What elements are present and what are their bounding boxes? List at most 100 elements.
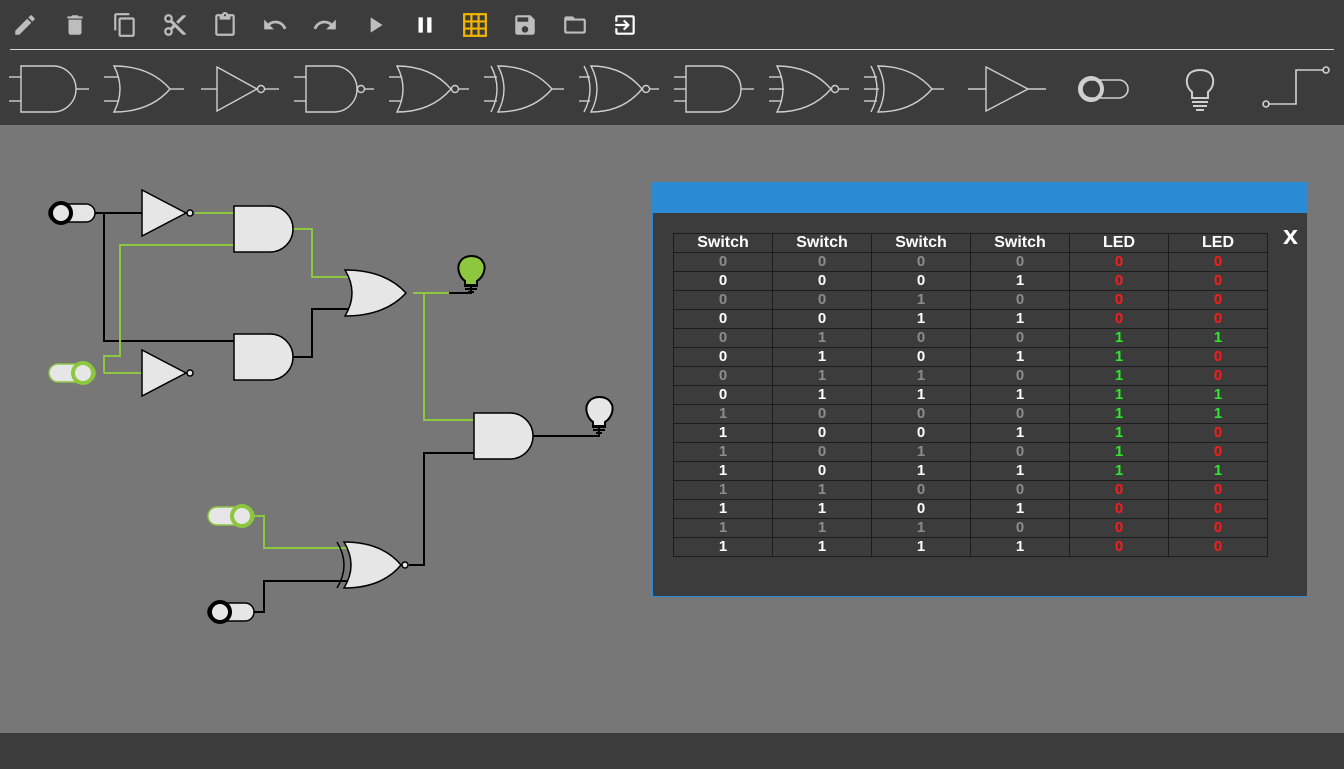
- table-cell: 0: [970, 480, 1070, 500]
- table-row: 111000: [673, 518, 1268, 538]
- table-row: 100011: [673, 404, 1268, 424]
- table-cell: 0: [1168, 309, 1268, 329]
- table-cell: 0: [970, 290, 1070, 310]
- table-cell: 0: [1168, 518, 1268, 538]
- xnor-gate[interactable]: [336, 541, 409, 589]
- table-cell: 0: [1168, 290, 1268, 310]
- table-cell: 1: [871, 309, 971, 329]
- table-cell: 0: [772, 404, 872, 424]
- paste-icon[interactable]: [208, 8, 242, 42]
- table-cell: 1: [970, 347, 1070, 367]
- redo-icon[interactable]: [308, 8, 342, 42]
- table-cell: 1: [871, 366, 971, 386]
- and3-gate-icon[interactable]: [670, 58, 760, 120]
- table-cell: 0: [970, 252, 1070, 272]
- table-cell: 0: [1069, 252, 1169, 272]
- table-cell: 1: [871, 385, 971, 405]
- not-gate-2[interactable]: [141, 348, 194, 398]
- column-header: Switch: [871, 233, 971, 253]
- copy-icon[interactable]: [108, 8, 142, 42]
- table-cell: 1: [970, 461, 1070, 481]
- table-cell: 1: [970, 499, 1070, 519]
- xnor3-gate-icon[interactable]: [860, 58, 950, 120]
- table-cell: 1: [970, 271, 1070, 291]
- column-header: LED: [1069, 233, 1169, 253]
- table-row: 011111: [673, 385, 1268, 405]
- dialog-titlebar[interactable]: [653, 183, 1307, 213]
- and-gate-2[interactable]: [233, 333, 294, 381]
- table-cell: 1: [772, 480, 872, 500]
- table-row: 000000: [673, 252, 1268, 272]
- table-cell: 0: [772, 271, 872, 291]
- and-gate-icon[interactable]: [5, 58, 95, 120]
- switch-4[interactable]: [207, 600, 255, 624]
- nand-gate-icon[interactable]: [290, 58, 380, 120]
- table-cell: 0: [970, 518, 1070, 538]
- buffer-gate-icon[interactable]: [960, 58, 1050, 120]
- or-gate[interactable]: [343, 269, 408, 317]
- table-cell: 1: [1069, 347, 1169, 367]
- table-cell: 0: [673, 309, 773, 329]
- table-cell: 1: [1168, 328, 1268, 348]
- switch-1[interactable]: [48, 201, 96, 225]
- table-row: 001000: [673, 290, 1268, 310]
- switch-icon[interactable]: [1060, 58, 1150, 120]
- table-cell: 0: [772, 252, 872, 272]
- led-2: [585, 396, 614, 434]
- nor-gate-icon[interactable]: [385, 58, 475, 120]
- table-cell: 0: [970, 366, 1070, 386]
- table-cell: 0: [871, 328, 971, 348]
- table-cell: 0: [772, 423, 872, 443]
- table-cell: 1: [772, 347, 872, 367]
- play-icon[interactable]: [358, 8, 392, 42]
- table-cell: 1: [772, 328, 872, 348]
- table-cell: 0: [970, 328, 1070, 348]
- status-bar: [0, 733, 1344, 769]
- toolbar-separator: [10, 49, 1334, 50]
- table-cell: 0: [1069, 518, 1169, 538]
- table-cell: 0: [1168, 271, 1268, 291]
- table-cell: 0: [1069, 271, 1169, 291]
- undo-icon[interactable]: [258, 8, 292, 42]
- pause-icon[interactable]: [408, 8, 442, 42]
- column-header: LED: [1168, 233, 1268, 253]
- table-cell: 0: [1168, 442, 1268, 462]
- not-gate-1[interactable]: [141, 188, 194, 238]
- switch-3[interactable]: [207, 504, 255, 528]
- truth-table-icon[interactable]: [458, 8, 492, 42]
- table-cell: 0: [1168, 499, 1268, 519]
- table-row: 110000: [673, 480, 1268, 500]
- xor-gate-icon[interactable]: [480, 58, 570, 120]
- xnor-gate-icon[interactable]: [575, 58, 665, 120]
- table-row: 011010: [673, 366, 1268, 386]
- cut-icon[interactable]: [158, 8, 192, 42]
- table-cell: 0: [673, 252, 773, 272]
- delete-icon[interactable]: [58, 8, 92, 42]
- and-gate-3[interactable]: [473, 412, 534, 460]
- and-gate-1[interactable]: [233, 205, 294, 253]
- table-cell: 1: [1069, 366, 1169, 386]
- table-cell: 0: [772, 442, 872, 462]
- table-cell: 0: [673, 328, 773, 348]
- table-cell: 1: [871, 290, 971, 310]
- table-cell: 1: [970, 309, 1070, 329]
- or-gate-icon[interactable]: [100, 58, 190, 120]
- clock-icon[interactable]: [1250, 58, 1340, 120]
- table-cell: 1: [772, 537, 872, 557]
- table-cell: 0: [1168, 537, 1268, 557]
- save-icon[interactable]: [508, 8, 542, 42]
- nor3-gate-icon[interactable]: [765, 58, 855, 120]
- truth-table: Switch Switch Switch Switch LED LED 000000000…: [673, 233, 1268, 557]
- open-folder-icon[interactable]: [558, 8, 592, 42]
- led-icon[interactable]: [1155, 58, 1245, 120]
- table-cell: 0: [871, 347, 971, 367]
- table-row: 101111: [673, 461, 1268, 481]
- table-cell: 1: [673, 404, 773, 424]
- not-gate-icon[interactable]: [195, 58, 285, 120]
- table-cell: 1: [673, 442, 773, 462]
- edit-icon[interactable]: [8, 8, 42, 42]
- table-cell: 1: [673, 537, 773, 557]
- close-button[interactable]: x: [1283, 220, 1298, 250]
- switch-2[interactable]: [48, 361, 96, 385]
- exit-icon[interactable]: [608, 8, 642, 42]
